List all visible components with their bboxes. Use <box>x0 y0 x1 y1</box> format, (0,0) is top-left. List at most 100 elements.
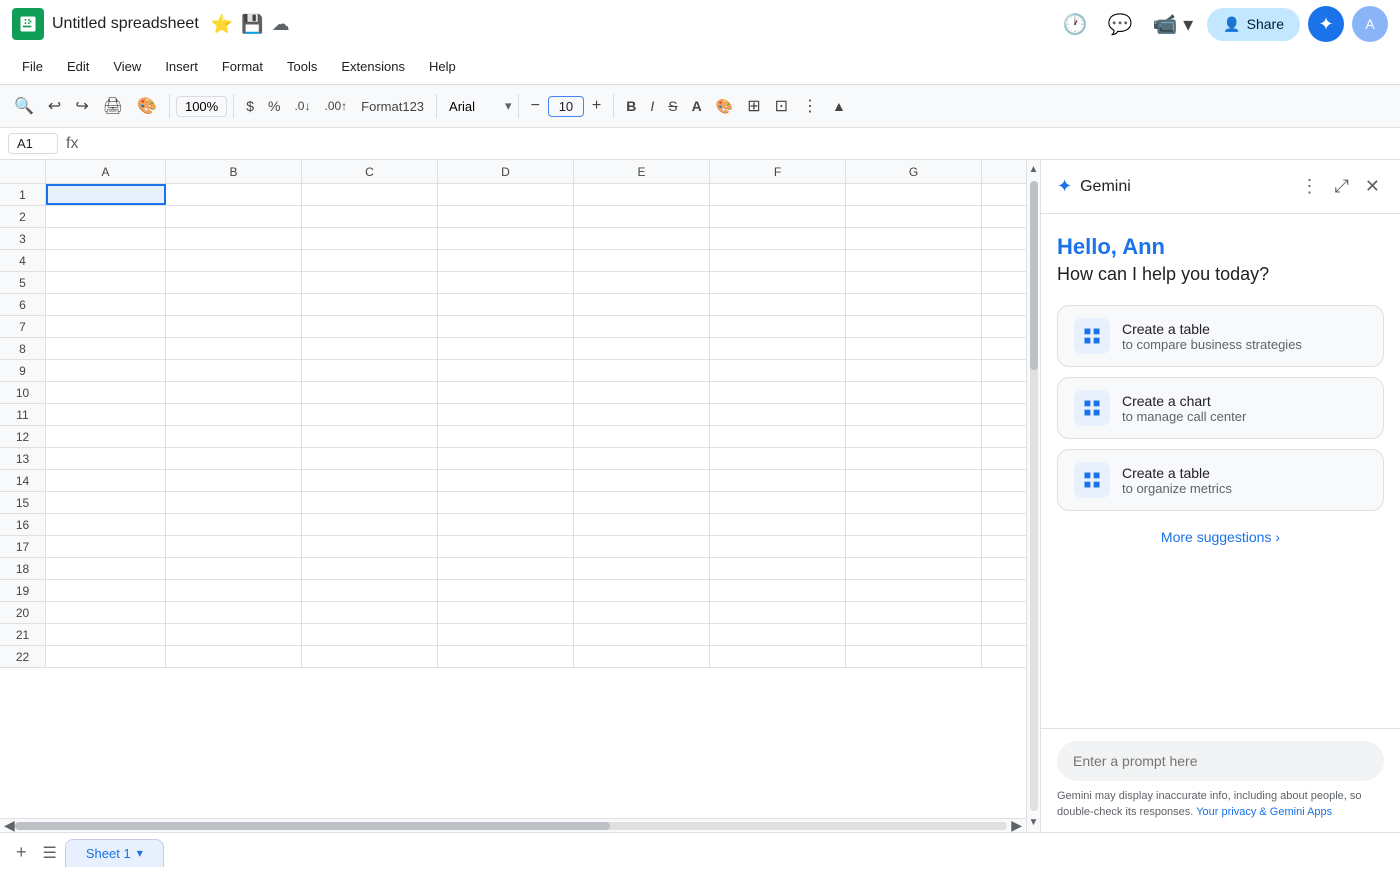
gemini-fab-button[interactable]: ✦ <box>1308 6 1344 42</box>
cell-G11[interactable] <box>846 404 982 425</box>
menu-view[interactable]: View <box>103 55 151 78</box>
cell-F4[interactable] <box>710 250 846 271</box>
cell-E4[interactable] <box>574 250 710 271</box>
cell-D7[interactable] <box>438 316 574 337</box>
bold-button[interactable]: B <box>620 94 642 118</box>
cell-D19[interactable] <box>438 580 574 601</box>
cell-A4[interactable] <box>46 250 166 271</box>
fill-color-button[interactable]: 🎨 <box>710 94 739 119</box>
cell-B21[interactable] <box>166 624 302 645</box>
cell-C20[interactable] <box>302 602 438 623</box>
sheet-tab-1[interactable]: Sheet 1 ▾ <box>65 839 164 867</box>
italic-button[interactable]: I <box>644 94 660 118</box>
cell-F13[interactable] <box>710 448 846 469</box>
user-avatar[interactable]: A <box>1352 6 1388 42</box>
cell-A11[interactable] <box>46 404 166 425</box>
zoom-selector[interactable]: 100% <box>176 96 227 117</box>
strikethrough-button[interactable]: S <box>662 94 683 118</box>
cell-E7[interactable] <box>574 316 710 337</box>
cell-C12[interactable] <box>302 426 438 447</box>
cell-G12[interactable] <box>846 426 982 447</box>
format-button[interactable]: Format 123 <box>355 95 430 118</box>
cell-F19[interactable] <box>710 580 846 601</box>
cell-C14[interactable] <box>302 470 438 491</box>
cell-F21[interactable] <box>710 624 846 645</box>
privacy-link[interactable]: Your privacy & Gemini Apps <box>1196 806 1332 818</box>
star-icon[interactable]: ⭐ <box>211 14 233 35</box>
col-header-b[interactable]: B <box>166 160 302 184</box>
cell-A3[interactable] <box>46 228 166 249</box>
cell-D2[interactable] <box>438 206 574 227</box>
cell-E6[interactable] <box>574 294 710 315</box>
cell-B15[interactable] <box>166 492 302 513</box>
cell-D22[interactable] <box>438 646 574 667</box>
menu-extensions[interactable]: Extensions <box>331 55 415 78</box>
cell-C10[interactable] <box>302 382 438 403</box>
font-color-button[interactable]: A <box>686 94 708 118</box>
cell-D17[interactable] <box>438 536 574 557</box>
scroll-right-arrow[interactable]: ▶ <box>1011 817 1022 832</box>
cell-F3[interactable] <box>710 228 846 249</box>
comments-button[interactable]: 💬 <box>1102 8 1139 41</box>
col-header-a[interactable]: A <box>46 160 166 184</box>
cell-F15[interactable] <box>710 492 846 513</box>
v-scroll-thumb[interactable] <box>1030 181 1038 370</box>
cell-B14[interactable] <box>166 470 302 491</box>
cell-A19[interactable] <box>46 580 166 601</box>
cell-C15[interactable] <box>302 492 438 513</box>
cell-A14[interactable] <box>46 470 166 491</box>
cell-G18[interactable] <box>846 558 982 579</box>
more-toolbar-button[interactable]: ⋮ <box>796 92 824 120</box>
cell-C16[interactable] <box>302 514 438 535</box>
menu-edit[interactable]: Edit <box>57 55 99 78</box>
cell-D1[interactable] <box>438 184 574 205</box>
cell-G2[interactable] <box>846 206 982 227</box>
row-number-3[interactable]: 3 <box>0 228 46 249</box>
cell-F16[interactable] <box>710 514 846 535</box>
cell-C4[interactable] <box>302 250 438 271</box>
cell-F20[interactable] <box>710 602 846 623</box>
cell-E2[interactable] <box>574 206 710 227</box>
cell-B13[interactable] <box>166 448 302 469</box>
cell-D9[interactable] <box>438 360 574 381</box>
increase-font-button[interactable]: + <box>586 93 607 119</box>
cell-D4[interactable] <box>438 250 574 271</box>
row-number-10[interactable]: 10 <box>0 382 46 403</box>
row-number-17[interactable]: 17 <box>0 536 46 557</box>
cell-D3[interactable] <box>438 228 574 249</box>
font-selector[interactable]: Arial <box>443 97 503 116</box>
cell-A10[interactable] <box>46 382 166 403</box>
cell-B22[interactable] <box>166 646 302 667</box>
cell-B6[interactable] <box>166 294 302 315</box>
cell-B3[interactable] <box>166 228 302 249</box>
row-number-1[interactable]: 1 <box>0 184 46 205</box>
col-header-c[interactable]: C <box>302 160 438 184</box>
cell-D16[interactable] <box>438 514 574 535</box>
cell-E13[interactable] <box>574 448 710 469</box>
row-number-15[interactable]: 15 <box>0 492 46 513</box>
cell-G6[interactable] <box>846 294 982 315</box>
cell-D14[interactable] <box>438 470 574 491</box>
cell-G10[interactable] <box>846 382 982 403</box>
cell-G21[interactable] <box>846 624 982 645</box>
cell-E17[interactable] <box>574 536 710 557</box>
cell-G8[interactable] <box>846 338 982 359</box>
cell-B17[interactable] <box>166 536 302 557</box>
cell-A16[interactable] <box>46 514 166 535</box>
cell-E12[interactable] <box>574 426 710 447</box>
row-number-6[interactable]: 6 <box>0 294 46 315</box>
cell-C9[interactable] <box>302 360 438 381</box>
cell-C6[interactable] <box>302 294 438 315</box>
font-size-input[interactable]: 10 <box>548 96 584 117</box>
cell-C18[interactable] <box>302 558 438 579</box>
cell-C2[interactable] <box>302 206 438 227</box>
cell-F12[interactable] <box>710 426 846 447</box>
col-header-g[interactable]: G <box>846 160 982 184</box>
paint-format-button[interactable]: 🎨 <box>131 92 163 120</box>
cell-B2[interactable] <box>166 206 302 227</box>
cell-F17[interactable] <box>710 536 846 557</box>
suggestion-card-3[interactable]: Create a table to organize metrics <box>1057 449 1384 511</box>
cell-F1[interactable] <box>710 184 846 205</box>
row-number-12[interactable]: 12 <box>0 426 46 447</box>
cell-D18[interactable] <box>438 558 574 579</box>
